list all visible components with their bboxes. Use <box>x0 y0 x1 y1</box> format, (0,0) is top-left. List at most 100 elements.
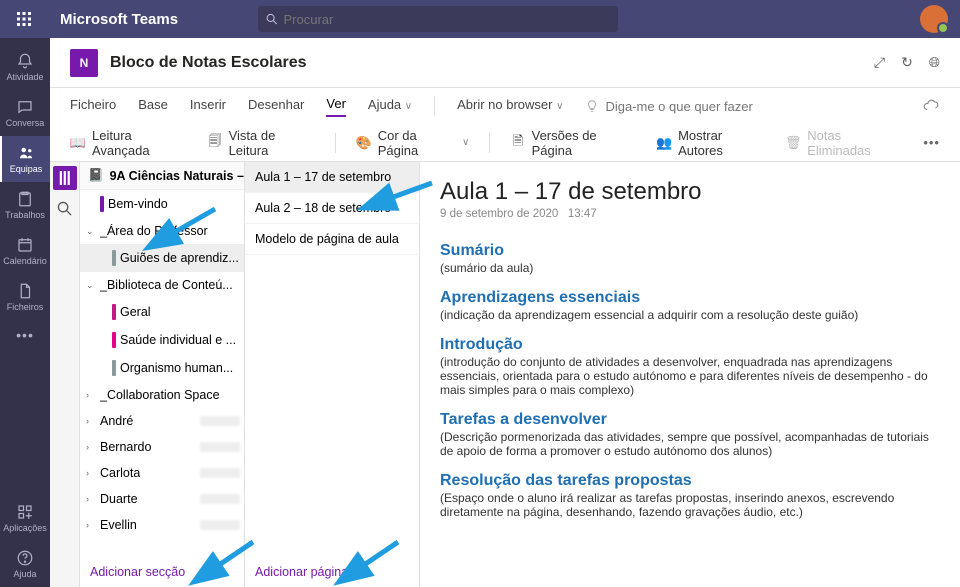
pages-panel: Aula 1 – 17 de setembroAula 2 – 18 de se… <box>245 162 420 587</box>
rail-assignments[interactable]: Trabalhos <box>0 182 50 228</box>
app-title: Microsoft Teams <box>60 11 178 28</box>
notebook-nav-rail <box>50 162 80 587</box>
section-item[interactable]: › Carlota <box>80 460 244 486</box>
content-sub: (introdução do conjunto de atividades a … <box>440 355 940 397</box>
section-label: Geral <box>120 305 151 319</box>
content-heading: Introdução <box>440 336 940 354</box>
section-item[interactable]: Organismo human... <box>80 354 244 382</box>
page-title: Bloco de Notas Escolares <box>110 54 307 72</box>
add-section-button[interactable]: Adicionar secção <box>80 557 244 587</box>
content-sub: (Espaço onde o aluno irá realizar as tar… <box>440 491 940 519</box>
chevron-icon: ⌄ <box>86 226 96 237</box>
globe-icon[interactable]: 🌐︎ <box>929 54 940 71</box>
section-label: _Collaboration Space <box>100 388 220 402</box>
sections-panel: 📓 9A Ciências Naturais – Bloco de Notas … <box>80 162 245 587</box>
search-input[interactable] <box>283 12 610 27</box>
avatar[interactable] <box>920 5 948 33</box>
page-versions-button[interactable]: 🗎Versões de Página <box>510 128 636 158</box>
page-content-title: Aula 1 – 17 de setembro <box>440 178 940 206</box>
section-label: Saúde individual e ... <box>120 333 236 347</box>
rail-teams[interactable]: Equipas <box>0 136 50 182</box>
section-item[interactable]: › Bernardo <box>80 434 244 460</box>
section-label: Bernardo <box>100 440 151 454</box>
page-canvas[interactable]: Aula 1 – 17 de setembro 9 de setembro de… <box>420 162 960 587</box>
section-item[interactable]: Geral <box>80 298 244 326</box>
tab-view[interactable]: Ver <box>326 96 346 117</box>
collapse-icon[interactable]: ⤢ <box>874 54 885 71</box>
add-page-button[interactable]: Adicionar página <box>245 557 419 587</box>
section-label: Carlota <box>100 466 140 480</box>
tell-me[interactable] <box>585 99 765 114</box>
section-item[interactable]: Saúde individual e ... <box>80 326 244 354</box>
ribbon-overflow[interactable]: ••• <box>923 135 940 150</box>
rail-chat[interactable]: Conversa <box>0 90 50 136</box>
tab-draw[interactable]: Desenhar <box>248 97 304 116</box>
show-authors-button[interactable]: 👥Mostrar Autores <box>656 128 765 158</box>
section-item[interactable]: ⌄ _Biblioteca de Conteú... <box>80 272 244 298</box>
title-bar: Microsoft Teams <box>0 0 960 38</box>
section-label: André <box>100 414 133 428</box>
section-label: Duarte <box>100 492 138 506</box>
page-item[interactable]: Aula 2 – 18 de setembro <box>245 193 419 224</box>
tell-me-input[interactable] <box>605 99 765 114</box>
rail-files[interactable]: Ficheiros <box>0 274 50 320</box>
chevron-icon: › <box>86 468 96 478</box>
content-sub: (sumário da aula) <box>440 261 940 275</box>
rail-help[interactable]: Ajuda <box>0 541 50 587</box>
section-item[interactable]: › Duarte <box>80 486 244 512</box>
chevron-icon: › <box>86 442 96 452</box>
ribbon: 📖Leitura Avançada 🗐Vista de Leitura 🎨Cor… <box>50 124 960 162</box>
chevron-icon: › <box>86 494 96 504</box>
app-launcher-icon[interactable] <box>8 3 40 35</box>
content-heading: Aprendizagens essenciais <box>440 289 940 307</box>
content-heading: Sumário <box>440 242 940 260</box>
page-header: N Bloco de Notas Escolares ⤢ ↻ 🌐︎ <box>50 38 960 88</box>
section-item[interactable]: › André <box>80 408 244 434</box>
tab-help[interactable]: Ajuda ∨ <box>368 97 412 116</box>
menu-tabs: Ficheiro Base Inserir Desenhar Ver Ajuda… <box>50 88 960 124</box>
section-label: _Área do Professor <box>100 224 208 238</box>
rail-apps[interactable]: Aplicações <box>0 495 50 541</box>
rail-calendar[interactable]: Calendário <box>0 228 50 274</box>
section-item[interactable]: ⌄ _Área do Professor <box>80 218 244 244</box>
notebook-nav-icon[interactable] <box>53 166 77 190</box>
immersive-reader-button[interactable]: 📖Leitura Avançada <box>70 128 187 158</box>
reading-view-button[interactable]: 🗐Vista de Leitura <box>207 128 315 158</box>
page-item[interactable]: Modelo de página de aula <box>245 224 419 255</box>
cloud-sync-icon[interactable] <box>922 98 940 115</box>
chevron-icon: ⌄ <box>86 280 96 291</box>
page-date: 9 de setembro de 2020 13:47 <box>440 208 940 220</box>
page-item[interactable]: Aula 1 – 17 de setembro <box>245 162 419 193</box>
content-sub: (indicação da aprendizagem essencial a a… <box>440 308 940 322</box>
content-sub: (Descrição pormenorizada das atividades,… <box>440 430 940 458</box>
open-in-browser[interactable]: Abrir no browser ∨ <box>457 97 563 116</box>
notebook-icon: 📓 <box>88 168 104 183</box>
section-item[interactable]: › _Collaboration Space <box>80 382 244 408</box>
rail-more[interactable]: ••• <box>0 320 50 350</box>
lightbulb-icon <box>585 99 599 113</box>
page-color-button[interactable]: 🎨Cor da Página ∨ <box>356 128 470 158</box>
content-heading: Tarefas a desenvolver <box>440 411 940 429</box>
section-item[interactable]: Guiões de aprendiz... <box>80 244 244 272</box>
section-label: Guiões de aprendiz... <box>120 251 239 265</box>
chevron-icon: › <box>86 520 96 530</box>
section-label: Evellin <box>100 518 137 532</box>
notebook-search-icon[interactable] <box>53 196 77 220</box>
deleted-notes-button[interactable]: 🗑Notas Eliminadas <box>785 128 903 158</box>
section-item[interactable]: › Evellin <box>80 512 244 538</box>
refresh-icon[interactable]: ↻ <box>901 54 913 71</box>
section-item[interactable]: Bem-vindo <box>80 190 244 218</box>
section-label: _Biblioteca de Conteú... <box>100 278 233 292</box>
chevron-icon: › <box>86 390 96 400</box>
tab-insert[interactable]: Inserir <box>190 97 226 116</box>
search-icon <box>266 13 277 25</box>
tab-base[interactable]: Base <box>138 97 168 116</box>
section-label: Bem-vindo <box>108 197 168 211</box>
rail-activity[interactable]: Atividade <box>0 44 50 90</box>
chevron-icon: › <box>86 416 96 426</box>
onenote-icon: N <box>70 49 98 77</box>
search-box[interactable] <box>258 6 618 32</box>
section-label: Organismo human... <box>120 361 233 375</box>
tab-file[interactable]: Ficheiro <box>70 97 116 116</box>
notebook-title[interactable]: 📓 9A Ciências Naturais – Bloco de Notas <box>80 162 244 190</box>
